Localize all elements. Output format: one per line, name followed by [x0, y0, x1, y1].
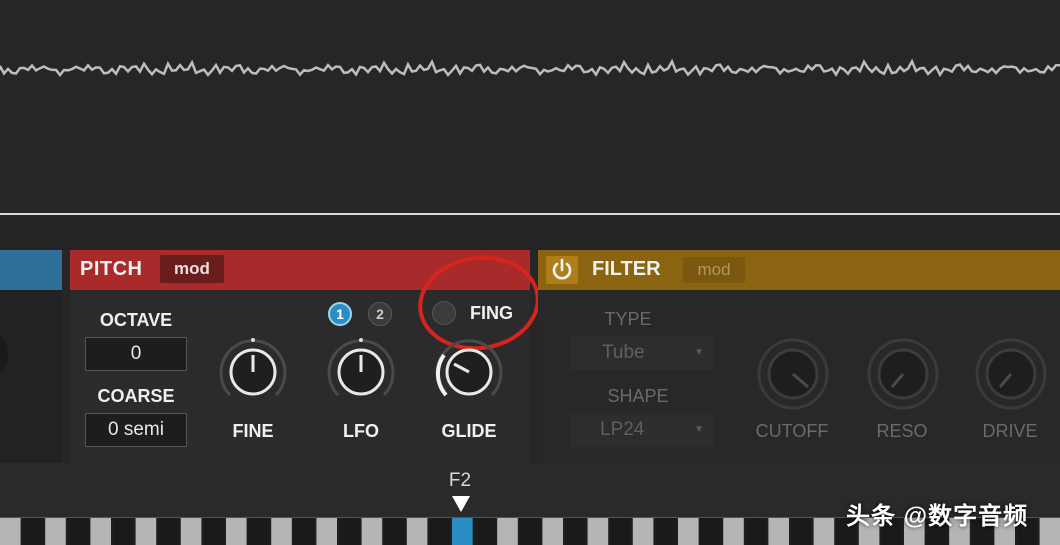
- piano-key[interactable]: [429, 518, 450, 545]
- type-value: Tube: [602, 342, 645, 363]
- waveform-display: [0, 0, 1060, 215]
- piano-key[interactable]: [384, 518, 405, 545]
- lfo-label: LFO: [343, 421, 379, 441]
- cutoff-label: CUTOFF: [755, 421, 829, 441]
- drive-knob[interactable]: [974, 337, 1048, 411]
- piano-key[interactable]: [678, 518, 699, 545]
- chevron-down-icon: ▼: [694, 347, 704, 358]
- piano-key[interactable]: [474, 518, 496, 545]
- type-select[interactable]: Tube ▼: [570, 336, 714, 370]
- piano-key[interactable]: [791, 518, 812, 545]
- shape-value: LP24: [600, 419, 645, 440]
- piano-key[interactable]: [248, 518, 270, 545]
- coarse-field[interactable]: 0 semi: [85, 413, 187, 447]
- piano-key[interactable]: [610, 518, 631, 545]
- piano-key[interactable]: [271, 518, 292, 545]
- fine-label: FINE: [232, 421, 274, 441]
- watermark: 头条 @数字音频: [846, 503, 1029, 530]
- piano-key[interactable]: [226, 518, 247, 545]
- triangle-down-icon: [452, 496, 470, 512]
- piano-key[interactable]: [745, 518, 767, 545]
- piano-key[interactable]: [565, 518, 586, 545]
- chevron-down-icon: ▼: [694, 424, 704, 435]
- piano-key[interactable]: [813, 518, 835, 545]
- piano-key[interactable]: [45, 518, 66, 545]
- piano-key[interactable]: [90, 518, 111, 545]
- coarse-label: COARSE: [97, 386, 175, 406]
- piano-key[interactable]: [158, 518, 179, 545]
- piano-key[interactable]: [113, 518, 134, 545]
- previous-section-header[interactable]: [0, 250, 62, 290]
- piano-key[interactable]: [361, 518, 383, 545]
- lfo-knob[interactable]: [324, 335, 398, 409]
- drive-label: DRIVE: [982, 421, 1038, 441]
- previous-section-body: [0, 290, 62, 465]
- piano-key[interactable]: [316, 518, 337, 545]
- piano-key[interactable]: [632, 518, 654, 545]
- glide-knob[interactable]: [432, 335, 506, 409]
- piano-key[interactable]: [700, 518, 722, 545]
- piano-key[interactable]: [339, 518, 360, 545]
- pitch-title: PITCH: [80, 258, 143, 280]
- reso-knob[interactable]: [866, 337, 940, 411]
- filter-title: FILTER: [592, 258, 661, 280]
- cutoff-knob[interactable]: [756, 337, 830, 411]
- piano-key[interactable]: [497, 518, 518, 545]
- piano-key[interactable]: [406, 518, 428, 545]
- piano-key[interactable]: [519, 518, 541, 545]
- lfo-1-button[interactable]: 1: [328, 302, 352, 326]
- piano-key-active[interactable]: [452, 518, 473, 545]
- pitch-mod-button[interactable]: mod: [160, 255, 224, 283]
- piano-key[interactable]: [22, 518, 44, 545]
- reso-label: RESO: [876, 421, 928, 441]
- octave-field[interactable]: 0: [85, 337, 187, 371]
- glide-label: GLIDE: [441, 421, 497, 441]
- piano-key[interactable]: [135, 518, 157, 545]
- filter-mod-button[interactable]: mod: [683, 257, 745, 283]
- piano-key[interactable]: [655, 518, 676, 545]
- piano-key[interactable]: [1039, 518, 1060, 545]
- shape-select[interactable]: LP24 ▼: [570, 413, 714, 447]
- piano-key[interactable]: [768, 518, 789, 545]
- piano-key[interactable]: [0, 518, 21, 545]
- piano-key[interactable]: [180, 518, 202, 545]
- lfo-2-button[interactable]: 2: [368, 302, 392, 326]
- piano-key[interactable]: [542, 518, 563, 545]
- piano-key[interactable]: [587, 518, 609, 545]
- shape-label: SHAPE: [607, 386, 669, 406]
- fine-knob[interactable]: [216, 335, 290, 409]
- panel-gap: [0, 215, 1060, 250]
- piano-key[interactable]: [67, 518, 89, 545]
- type-label: TYPE: [604, 309, 652, 329]
- piano-key[interactable]: [293, 518, 315, 545]
- piano-key[interactable]: [203, 518, 224, 545]
- power-icon[interactable]: [546, 256, 578, 284]
- piano-key[interactable]: [723, 518, 744, 545]
- octave-label: OCTAVE: [99, 310, 173, 330]
- note-label: F2: [448, 470, 472, 491]
- waveform-trace: [0, 58, 1060, 78]
